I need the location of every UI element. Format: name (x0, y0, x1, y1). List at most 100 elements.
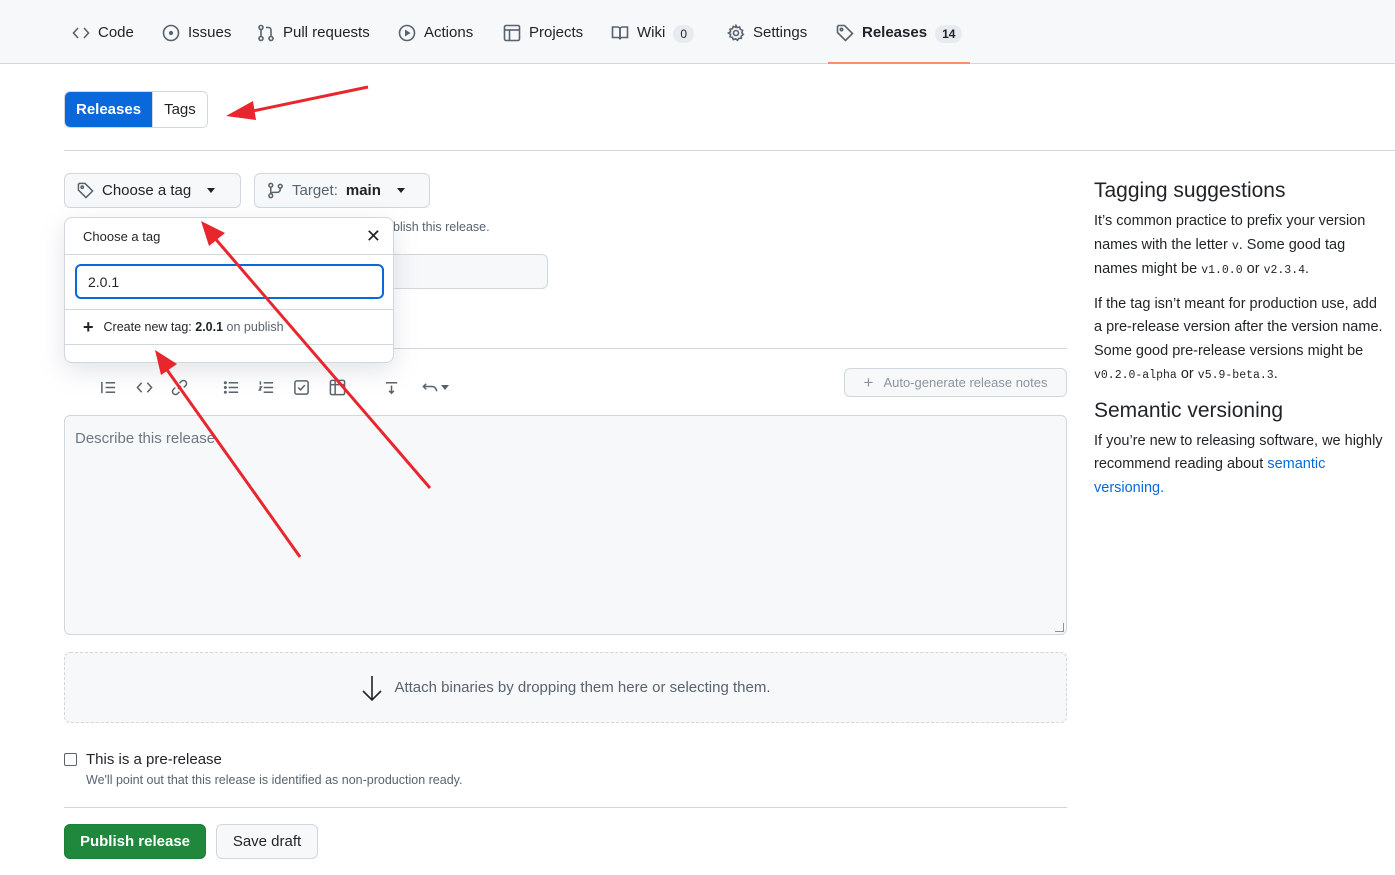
release-description-textarea[interactable]: Describe this release (64, 415, 1067, 635)
auto-generate-notes-button[interactable]: + Auto-generate release notes (844, 368, 1067, 397)
tab-projects[interactable]: Projects (503, 14, 583, 64)
dropdown-title: Choose a tag (83, 228, 161, 244)
target-value: main (345, 182, 381, 199)
quote-icon (100, 381, 115, 393)
tags-toggle-button[interactable]: Tags (152, 92, 207, 127)
tag-search-input[interactable] (75, 264, 384, 299)
tab-code[interactable]: Code (72, 14, 134, 64)
header-divider (64, 150, 1395, 151)
task-list-tool[interactable] (290, 376, 312, 398)
close-icon[interactable]: ✕ (366, 226, 381, 247)
tab-projects-label: Projects (529, 24, 584, 41)
choose-tag-button[interactable]: Choose a tag (64, 173, 241, 208)
description-placeholder: Describe this release (75, 430, 216, 447)
tab-settings-label: Settings (753, 24, 808, 41)
create-tag-name: 2.0.1 (195, 320, 224, 334)
tag-hint-text: blish this release. (393, 220, 490, 234)
text-line: Some good pre-release versions might be (1094, 342, 1364, 359)
dropdown-divider (65, 344, 393, 345)
prerelease-checkbox[interactable] (64, 753, 77, 766)
text-line: names might be (1094, 261, 1198, 277)
tab-pull-requests-label: Pull requests (283, 24, 370, 41)
tab-issues[interactable]: Issues (162, 14, 231, 64)
tab-pull-requests[interactable]: Pull requests (257, 14, 370, 64)
tab-issues-label: Issues (188, 24, 232, 41)
undo-tool[interactable] (418, 376, 452, 398)
target-label: Target: (292, 182, 338, 199)
table-icon (503, 24, 521, 42)
ordered-list-tool[interactable] (255, 376, 277, 398)
link-icon (171, 379, 187, 395)
tab-wiki-label: Wiki (637, 24, 666, 41)
book-icon (611, 26, 629, 40)
tab-releases-label: Releases (862, 24, 928, 41)
dropzone-label: Attach binaries by dropping them here or… (394, 679, 771, 696)
wiki-count-badge: 0 (673, 25, 695, 43)
checkbox-icon (293, 379, 309, 395)
release-title-input[interactable] (380, 254, 548, 289)
semantic-versioning-link[interactable]: versioning. (1094, 480, 1164, 496)
save-draft-button[interactable]: Save draft (216, 824, 318, 859)
caret-down-icon (441, 384, 449, 390)
table-tool[interactable] (326, 376, 348, 398)
tab-code-label: Code (98, 24, 134, 41)
plus-icon: + (863, 372, 874, 392)
branch-icon (268, 182, 283, 199)
tagging-paragraph-2: If the tag isn’t meant for production us… (1094, 293, 1395, 388)
code-snippet: v5.9-beta.3 (1197, 369, 1274, 382)
code-snippet: v (1231, 239, 1239, 253)
list-unordered-icon (223, 380, 238, 394)
tab-releases[interactable]: Releases 14 (827, 14, 971, 64)
target-branch-button[interactable]: Target: main (254, 173, 430, 208)
releases-tags-toggle: Releases Tags (64, 91, 208, 128)
code-icon (135, 381, 153, 393)
code-tool[interactable] (133, 376, 155, 398)
prerelease-label[interactable]: This is a pre-release (86, 751, 222, 768)
resize-handle[interactable] (1055, 623, 1064, 632)
text-line: or (1246, 261, 1260, 277)
text-line: names with the letter (1094, 236, 1228, 253)
text-line: If you’re new to releasing software, we … (1094, 432, 1383, 449)
text-line: or (1180, 366, 1194, 382)
text-line: . (1273, 366, 1278, 382)
quote-tool[interactable] (97, 376, 119, 398)
tab-actions[interactable]: Actions (398, 14, 473, 64)
arrow-down-icon (362, 675, 383, 701)
table-icon (329, 379, 345, 395)
semver-paragraph: If you’re new to releasing software, we … (1094, 430, 1395, 501)
dropdown-divider (65, 309, 393, 310)
tab-settings[interactable]: Settings (727, 14, 807, 64)
play-icon (398, 24, 416, 42)
code-snippet: v0.2.0-alpha (1094, 369, 1177, 382)
create-new-tag-item[interactable]: + Create new tag: 2.0.1 on publish (83, 318, 284, 336)
semantic-versioning-link[interactable]: semantic (1267, 456, 1325, 472)
code-snippet: v2.3.4 (1263, 264, 1306, 277)
tag-icon (77, 182, 94, 199)
sidebar: Tagging suggestions It’s common practice… (1094, 178, 1395, 510)
semantic-versioning-title: Semantic versioning (1094, 398, 1284, 422)
caret-down-icon (207, 188, 216, 193)
tagging-paragraph-1: It’s common practice to prefix your vers… (1094, 210, 1395, 283)
pull-request-icon (258, 24, 274, 42)
cross-reference-icon (385, 381, 397, 394)
text-line: It’s common practice to prefix your vers… (1094, 213, 1366, 229)
text-line: . Some good tag (1238, 236, 1346, 253)
releases-toggle-button[interactable]: Releases (65, 92, 153, 127)
publish-release-button[interactable]: Publish release (64, 824, 206, 859)
issue-icon (162, 24, 180, 42)
gear-icon (727, 24, 745, 42)
link-tool[interactable] (168, 376, 190, 398)
text-line: a pre-release version after the version … (1094, 319, 1383, 335)
mention-tool[interactable] (380, 376, 402, 398)
footer-divider (64, 807, 1067, 808)
choose-tag-dropdown: Choose a tag ✕ + Create new tag: 2.0.1 o… (64, 217, 394, 363)
unordered-list-tool[interactable] (220, 376, 242, 398)
choose-tag-label: Choose a tag (102, 182, 192, 199)
tag-icon (836, 24, 854, 42)
auto-generate-label: Auto-generate release notes (883, 375, 1048, 390)
tab-wiki[interactable]: Wiki 0 (611, 14, 695, 64)
repo-nav: Code Issues Pull requests Actions Projec… (0, 0, 1395, 64)
undo-icon (422, 382, 438, 391)
attach-binaries-dropzone[interactable]: Attach binaries by dropping them here or… (64, 652, 1067, 723)
releases-count-badge: 14 (935, 25, 963, 43)
